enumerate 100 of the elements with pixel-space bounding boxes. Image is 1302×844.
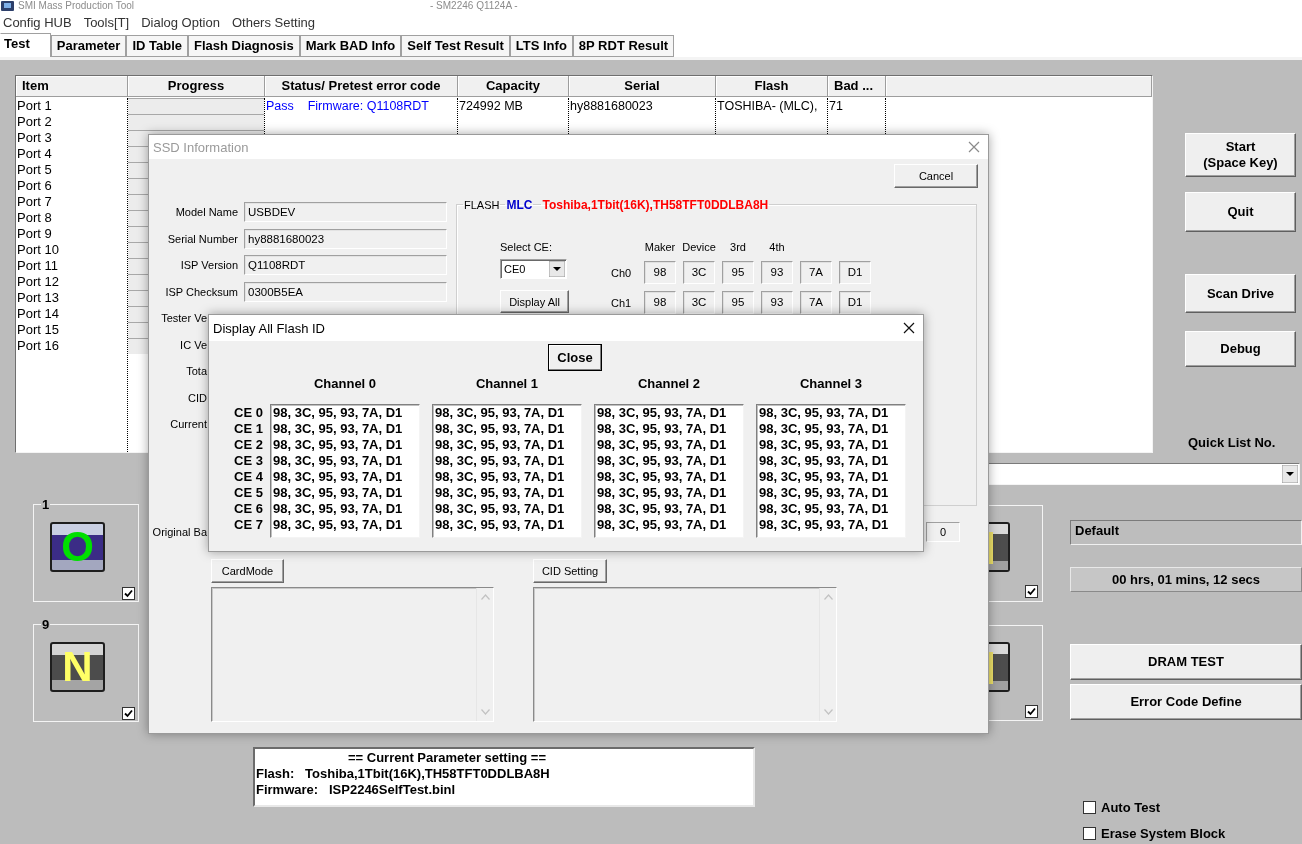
side-button[interactable]: Quit: [1185, 192, 1296, 232]
list-item[interactable]: 98, 3C, 95, 93, 7A, D1: [435, 405, 581, 421]
field-label: Model Name: [174, 206, 238, 218]
ce-select[interactable]: CE0: [500, 259, 567, 279]
tab[interactable]: ID Table: [126, 35, 188, 57]
list-item[interactable]: 98, 3C, 95, 93, 7A, D1: [759, 405, 905, 421]
caret-icon[interactable]: [1282, 465, 1298, 483]
channel-heading: Channel 2: [636, 376, 702, 392]
tab[interactable]: LTS Info: [509, 35, 573, 57]
column-header[interactable]: Capacity: [458, 76, 569, 97]
flash-id-list[interactable]: 98, 3C, 95, 93, 7A, D1 98, 3C, 95, 93, 7A, D1 98, 3C, 95, 93, 7A, D1 98, 3C, 95, 93, 7A, D1 98, 3C, 95, 93, 7A, D1 98, 3C, 95, 93, 7A, D1 98, 3C, 95, 93, 7A, D1 98, 3C, 95, 93, 7A, D1: [270, 404, 420, 538]
list-item[interactable]: 98, 3C, 95, 93, 7A, D1: [597, 501, 743, 517]
list-item[interactable]: 98, 3C, 95, 93, 7A, D1: [759, 469, 905, 485]
info-field[interactable]: Q1108RDT: [244, 255, 447, 275]
profile-field: Default: [1070, 520, 1302, 545]
quick-list-dropdown[interactable]: [988, 463, 1300, 485]
menu-item[interactable]: Tools[T]: [83, 15, 130, 30]
list-item[interactable]: 98, 3C, 95, 93, 7A, D1: [273, 485, 419, 501]
list-item[interactable]: 98, 3C, 95, 93, 7A, D1: [759, 453, 905, 469]
list-item[interactable]: 98, 3C, 95, 93, 7A, D1: [759, 437, 905, 453]
ce-label: CE 6: [234, 501, 264, 517]
tab[interactable]: Self Test Result: [401, 35, 510, 57]
checkbox[interactable]: [1025, 705, 1038, 718]
cid-setting-button[interactable]: CID Setting: [533, 559, 607, 583]
info-field[interactable]: 0300B5EA: [244, 281, 447, 302]
list-item[interactable]: 98, 3C, 95, 93, 7A, D1: [435, 421, 581, 437]
flash-id-list[interactable]: 98, 3C, 95, 93, 7A, D1 98, 3C, 95, 93, 7A, D1 98, 3C, 95, 93, 7A, D1 98, 3C, 95, 93, 7A, D1 98, 3C, 95, 93, 7A, D1 98, 3C, 95, 93, 7A, D1 98, 3C, 95, 93, 7A, D1 98, 3C, 95, 93, 7A, D1: [594, 404, 744, 538]
column-header[interactable]: Item: [16, 76, 128, 97]
tab[interactable]: Test: [0, 33, 51, 57]
info-field[interactable]: USBDEV: [244, 202, 447, 222]
side-button[interactable]: Scan Drive: [1185, 274, 1296, 313]
tool-button[interactable]: DRAM TEST: [1070, 644, 1302, 680]
ce-label: CE 2: [234, 437, 264, 453]
flash-id-list[interactable]: 98, 3C, 95, 93, 7A, D1 98, 3C, 95, 93, 7A, D1 98, 3C, 95, 93, 7A, D1 98, 3C, 95, 93, 7A, D1 98, 3C, 95, 93, 7A, D1 98, 3C, 95, 93, 7A, D1 98, 3C, 95, 93, 7A, D1 98, 3C, 95, 93, 7A, D1: [432, 404, 582, 538]
checkbox[interactable]: [1083, 826, 1096, 840]
field-label: CID: [187, 391, 207, 404]
list-item[interactable]: 98, 3C, 95, 93, 7A, D1: [759, 501, 905, 517]
id-byte-field: 93: [761, 291, 793, 314]
tab[interactable]: 8P RDT Result: [572, 35, 675, 57]
menu-item[interactable]: Config HUB: [3, 15, 72, 30]
list-item[interactable]: 98, 3C, 95, 93, 7A, D1: [435, 437, 581, 453]
close-button[interactable]: Close: [548, 344, 602, 371]
checkbox[interactable]: [1025, 585, 1038, 598]
flash-id-list[interactable]: 98, 3C, 95, 93, 7A, D1 98, 3C, 95, 93, 7A, D1 98, 3C, 95, 93, 7A, D1 98, 3C, 95, 93, 7A, D1 98, 3C, 95, 93, 7A, D1 98, 3C, 95, 93, 7A, D1 98, 3C, 95, 93, 7A, D1 98, 3C, 95, 93, 7A, D1: [756, 404, 906, 538]
option-label[interactable]: Erase System Block: [1101, 825, 1226, 841]
field-label: Current: [169, 418, 207, 430]
tab[interactable]: Flash Diagnosis: [188, 35, 300, 57]
caret-icon[interactable]: [549, 261, 565, 277]
list-item[interactable]: 98, 3C, 95, 93, 7A, D1: [435, 517, 581, 533]
side-button[interactable]: Debug: [1185, 331, 1296, 367]
tool-button[interactable]: Error Code Define: [1070, 684, 1302, 720]
menu-item[interactable]: Dialog Option: [141, 15, 220, 30]
column-header[interactable]: Bad ...: [828, 76, 886, 97]
info-field[interactable]: 0: [926, 522, 960, 542]
table-cell-text: Port 12: [16, 274, 60, 290]
list-item[interactable]: 98, 3C, 95, 93, 7A, D1: [597, 453, 743, 469]
table-cell-text: Port 3: [16, 130, 53, 146]
list-item[interactable]: 98, 3C, 95, 93, 7A, D1: [759, 517, 905, 533]
list-item[interactable]: 98, 3C, 95, 93, 7A, D1: [273, 453, 419, 469]
list-item[interactable]: 98, 3C, 95, 93, 7A, D1: [435, 469, 581, 485]
list-item[interactable]: 98, 3C, 95, 93, 7A, D1: [435, 501, 581, 517]
ce-label: CE 3: [234, 453, 264, 469]
id-byte-field: 98: [644, 261, 676, 284]
menu-item[interactable]: Others Setting: [231, 15, 316, 30]
column-header[interactable]: Status/ Pretest error code: [265, 76, 458, 97]
display-all-button[interactable]: Display All: [500, 290, 569, 313]
ce-label: CE 5: [234, 485, 264, 501]
list-item[interactable]: 98, 3C, 95, 93, 7A, D1: [597, 405, 743, 421]
list-item[interactable]: 98, 3C, 95, 93, 7A, D1: [597, 469, 743, 485]
list-item[interactable]: 98, 3C, 95, 93, 7A, D1: [597, 485, 743, 501]
list-item[interactable]: 98, 3C, 95, 93, 7A, D1: [759, 421, 905, 437]
checkbox[interactable]: [122, 707, 135, 720]
list-item[interactable]: 98, 3C, 95, 93, 7A, D1: [273, 501, 419, 517]
list-item[interactable]: 98, 3C, 95, 93, 7A, D1: [273, 437, 419, 453]
info-field[interactable]: hy8881680023: [244, 228, 447, 249]
column-header[interactable]: Progress: [128, 76, 265, 97]
list-item[interactable]: 98, 3C, 95, 93, 7A, D1: [597, 421, 743, 437]
tab[interactable]: Parameter: [50, 35, 127, 57]
cancel-button[interactable]: Cancel: [894, 164, 978, 188]
column-header[interactable]: Flash: [716, 76, 828, 97]
table-cell-text: Port 2: [16, 114, 53, 130]
side-button[interactable]: Start (Space Key): [1185, 133, 1296, 177]
list-item[interactable]: 98, 3C, 95, 93, 7A, D1: [273, 469, 419, 485]
field-label: Tota: [185, 365, 207, 377]
flash-type: MLC: [506, 198, 533, 212]
list-item[interactable]: 98, 3C, 95, 93, 7A, D1: [759, 485, 905, 501]
checkbox[interactable]: [1083, 800, 1096, 814]
list-item[interactable]: 98, 3C, 95, 93, 7A, D1: [597, 517, 743, 533]
list-item[interactable]: 98, 3C, 95, 93, 7A, D1: [435, 453, 581, 469]
list-item[interactable]: 98, 3C, 95, 93, 7A, D1: [597, 437, 743, 453]
card-mode-button[interactable]: CardMode: [211, 559, 284, 583]
checkbox[interactable]: [122, 587, 135, 600]
option-label[interactable]: Auto Test: [1101, 799, 1160, 815]
column-header[interactable]: Serial: [569, 76, 716, 97]
list-item[interactable]: 98, 3C, 95, 93, 7A, D1: [435, 485, 581, 501]
list-item[interactable]: 98, 3C, 95, 93, 7A, D1: [273, 405, 419, 421]
list-item[interactable]: 98, 3C, 95, 93, 7A, D1: [273, 421, 419, 437]
list-item[interactable]: 98, 3C, 95, 93, 7A, D1: [273, 517, 419, 533]
tab[interactable]: Mark BAD Info: [299, 35, 402, 57]
close-icon[interactable]: [903, 322, 915, 334]
